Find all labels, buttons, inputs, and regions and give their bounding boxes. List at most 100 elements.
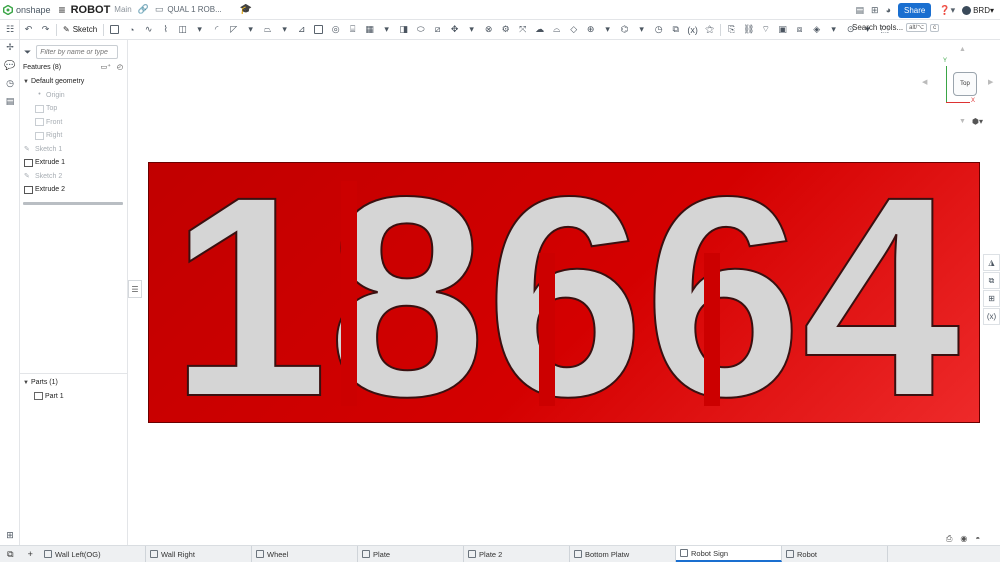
robot-sign-model[interactable]: 18664: [148, 162, 980, 424]
insert-tab-icon[interactable]: ⊞: [0, 526, 20, 544]
move-face-icon[interactable]: ⤧: [516, 23, 529, 36]
composite-part-icon[interactable]: ⧈: [793, 23, 806, 36]
rib-icon[interactable]: ⊿: [295, 23, 308, 36]
pattern-icon[interactable]: ▦: [363, 23, 376, 36]
list-item[interactable]: Extrude 1: [20, 156, 128, 170]
loft-icon[interactable]: ⌇: [159, 23, 172, 36]
variables-icon[interactable]: (x): [983, 308, 1000, 325]
sketch-button[interactable]: ✎ Sketch: [63, 25, 97, 34]
add-folder-icon[interactable]: ▭⁺: [101, 63, 111, 71]
chevron-down-icon[interactable]: ▼: [23, 380, 31, 386]
delete-part-icon[interactable]: ⊗: [482, 23, 495, 36]
add-tab-icon[interactable]: +: [28, 549, 33, 559]
sheet-metal-icon[interactable]: ⎘: [725, 23, 738, 36]
bill-of-materials-icon[interactable]: ▤: [0, 92, 20, 110]
revolve-icon[interactable]: ◔: [125, 23, 138, 36]
shell-icon[interactable]: [312, 23, 325, 36]
document-icon[interactable]: ▤: [856, 5, 865, 16]
user-menu[interactable]: BRD ▾: [962, 5, 994, 15]
list-item[interactable]: Front: [20, 116, 128, 130]
insert-icon[interactable]: ✢: [0, 38, 20, 56]
filter-input[interactable]: [36, 45, 119, 59]
filter-icon[interactable]: ⏷: [24, 47, 31, 58]
redo-icon[interactable]: ↷: [39, 23, 52, 36]
thread-icon[interactable]: ⌸: [346, 23, 359, 36]
chevron-down-icon[interactable]: ▾: [380, 23, 393, 36]
menu-icon[interactable]: ≡: [59, 4, 66, 16]
view-mode-icon[interactable]: ◉: [960, 534, 967, 544]
default-geometry-node[interactable]: ▼ Default geometry: [20, 75, 128, 89]
arrow-left-icon[interactable]: ◀: [922, 78, 927, 86]
extrude-icon[interactable]: [108, 23, 121, 36]
globe-icon[interactable]: ◕: [886, 5, 891, 15]
helix-icon[interactable]: ⌬: [618, 23, 631, 36]
panel-toggle-icon[interactable]: ☰: [128, 280, 142, 298]
document-name[interactable]: ROBOT: [71, 4, 111, 16]
help-icon[interactable]: ❓▾: [939, 5, 955, 16]
tab-wall-left-og[interactable]: Wall Left(OG): [40, 546, 146, 562]
sweep-icon[interactable]: ∿: [142, 23, 155, 36]
rollback-icon[interactable]: ◴: [117, 63, 123, 71]
modify-fillet-icon[interactable]: ⚙: [499, 23, 512, 36]
tab-wheel[interactable]: Wheel: [252, 546, 358, 562]
custom-feature-icon[interactable]: ⚝: [703, 23, 716, 36]
surface-icon[interactable]: ⌔: [759, 23, 772, 36]
chamfer-icon[interactable]: ◸: [227, 23, 240, 36]
list-item[interactable]: ✎ Sketch 2: [20, 170, 128, 184]
share-button[interactable]: Share: [898, 2, 932, 18]
appearance-panel-icon[interactable]: ◮: [983, 254, 1000, 271]
view-cube[interactable]: ▲ ◀ ▶ ▼ Y X Top ⬢ ▾: [922, 46, 1000, 136]
measure-icon[interactable]: ◷: [652, 23, 665, 36]
arrow-right-icon[interactable]: ▶: [988, 78, 993, 86]
list-item[interactable]: Right: [20, 129, 128, 143]
configurations-icon[interactable]: ⊞: [983, 290, 1000, 307]
list-item[interactable]: ✎ Sketch 1: [20, 143, 128, 157]
view-cube-face[interactable]: Top: [953, 72, 977, 96]
fillet-icon[interactable]: ◜: [210, 23, 223, 36]
list-item[interactable]: Top: [20, 102, 128, 116]
tab-plate[interactable]: Plate: [358, 546, 464, 562]
chevron-down-icon[interactable]: ▼: [23, 79, 31, 85]
transform-icon[interactable]: ✥: [448, 23, 461, 36]
gauge-icon[interactable]: ◓: [975, 534, 980, 544]
chevron-down-icon[interactable]: ▾: [465, 23, 478, 36]
chevron-down-icon[interactable]: ▾: [193, 23, 206, 36]
mirror-icon[interactable]: ◨: [397, 23, 410, 36]
view-options-menu[interactable]: ⬢ ▾: [972, 117, 983, 126]
tab-manager-icon[interactable]: ⧉: [7, 549, 13, 560]
chevron-down-icon[interactable]: ▾: [601, 23, 614, 36]
history-icon[interactable]: ◷: [0, 74, 20, 92]
thicken-icon[interactable]: ◫: [176, 23, 189, 36]
tab-plate-2[interactable]: Plate 2: [464, 546, 570, 562]
list-item[interactable]: Part 1: [20, 390, 128, 404]
chevron-down-icon[interactable]: ▾: [244, 23, 257, 36]
onshape-logo[interactable]: onshape: [3, 4, 51, 15]
tab-robot-sign[interactable]: Robot Sign: [676, 546, 782, 562]
breadcrumb[interactable]: QUAL 1 ROB...: [167, 5, 221, 14]
split-icon[interactable]: ⧄: [431, 23, 444, 36]
list-item[interactable]: • Origin: [20, 89, 128, 103]
branch-name[interactable]: Main: [114, 5, 131, 14]
link-icon[interactable]: 🔗: [138, 4, 149, 15]
chevron-down-icon[interactable]: ▾: [827, 23, 840, 36]
frame-icon[interactable]: ⛓: [742, 23, 755, 36]
section-view-icon[interactable]: ⧉: [669, 23, 682, 36]
app-store-icon[interactable]: ⊞: [871, 5, 879, 16]
mate-connector-icon[interactable]: ⊕: [584, 23, 597, 36]
chevron-down-icon[interactable]: ▾: [278, 23, 291, 36]
tab-bottom-platw[interactable]: Bottom Platw: [570, 546, 676, 562]
tab-robot[interactable]: Robot: [782, 546, 888, 562]
print-icon[interactable]: ⎙: [946, 534, 952, 544]
search-tools[interactable]: Search tools... alt/⌥ c: [852, 23, 940, 32]
tab-wall-right[interactable]: Wall Right: [146, 546, 252, 562]
undo-icon[interactable]: ↶: [22, 23, 35, 36]
list-item[interactable]: Extrude 2: [20, 183, 128, 197]
plane-icon[interactable]: ◇: [567, 23, 580, 36]
comment-icon[interactable]: 💬: [0, 56, 20, 74]
arrow-up-icon[interactable]: ▲: [959, 46, 966, 53]
feature-list-scrollbar[interactable]: [23, 202, 123, 205]
hole-icon[interactable]: ◎: [329, 23, 342, 36]
chevron-down-icon[interactable]: ▾: [635, 23, 648, 36]
learning-center-icon[interactable]: 🎓: [240, 4, 252, 15]
appearance-icon[interactable]: ◈: [810, 23, 823, 36]
